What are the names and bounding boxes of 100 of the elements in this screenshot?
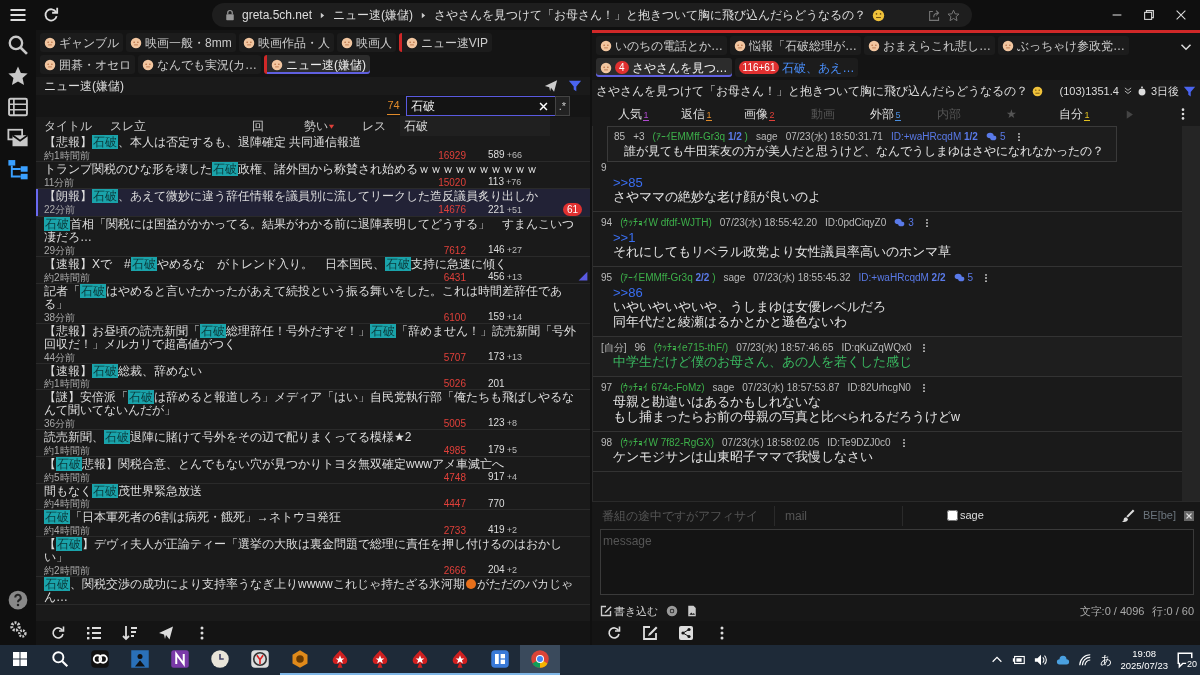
thread-title: 石破「日本軍死者の6割は病死・餓死」→ネトウヨ発狂 [44,511,342,524]
thread-row[interactable]: 【速報】石破総裁、辞めない 約1時間前 5026 201 [36,364,590,390]
reply-link[interactable]: 3 [894,215,914,230]
thread-row[interactable]: 間もなく 石破茂世界緊急放送 約4時間前 4447 770 [36,484,590,510]
page-title[interactable]: さやさんを見つけて「お母さん！」と抱きついて胸に飛び込んだらどうなるの？ [434,6,867,24]
column-header[interactable]: レス [362,117,392,135]
anchor-link[interactable]: >>86 [601,285,1174,300]
anchor-link[interactable]: >>85 [601,175,1174,190]
sage-checkbox[interactable] [947,510,958,521]
windows-logo-icon[interactable] [12,651,28,667]
thread-tab[interactable]: 悩報「石破総理が… [730,36,861,55]
filter-tab[interactable]: 外部 5 [854,105,917,123]
poster-id[interactable]: ID:+waHRcqdM 2/2 [858,270,946,285]
board-tab[interactable]: 映画作品・人 [238,33,334,52]
poster-id[interactable]: ID:Te9DZJ0c0 [827,435,891,450]
brush-icon[interactable] [1120,508,1135,523]
sort-icon[interactable] [122,625,138,641]
browser-icon[interactable] [666,604,678,617]
column-header[interactable]: 勢い [304,117,362,135]
star-icon[interactable] [947,8,960,22]
settings-icon[interactable] [8,619,28,639]
board-name[interactable]: ニュー速(嫌儲) [333,6,414,24]
edit-icon[interactable] [642,625,658,641]
thread-row[interactable]: 石破「日本軍死者の6割は病死・餓死」→ネトウヨ発狂 約4時間前 2733 419 +2 [36,510,590,537]
thread-speed: 4748 [442,471,466,483]
search-icon[interactable] [7,34,29,56]
help-icon[interactable] [8,590,28,610]
column-header[interactable]: スレ立 [110,117,252,135]
thread-tab[interactable]: ぶっちゃけ参政党… [998,36,1129,55]
star-icon[interactable] [7,65,29,87]
thread-row[interactable]: 【速報】Xで #石破やめるな がトレンド入り。 日本国民、石破支持に急速に傾く 約2時間前 6431 456 +13 [36,257,590,284]
board-tab[interactable]: ギャンブル [40,33,123,52]
speaker-icon[interactable] [1034,653,1049,667]
filter-tab[interactable]: 返信 1 [665,105,728,123]
thread-row[interactable]: 【石破悲報】関税合意、とんでもない穴が見つかりトヨタ無双確定wwwアメ車滅亡へ 約5時間前 4748 917 +4 [36,457,590,484]
share-icon[interactable] [678,625,694,641]
submit-button[interactable]: 書き込む [600,602,658,619]
filter-icon[interactable] [568,79,582,93]
board-tab[interactable]: 囲碁・オセロ [40,55,135,74]
thread-tab[interactable]: いのちの電話とか… [596,36,727,55]
filter-icon[interactable] [1183,84,1196,98]
thread-speed: 2666 [442,564,466,576]
board-tab[interactable]: なんでも実況(カ… [138,55,261,74]
thread-row[interactable]: 読売新聞、石破退陣に賭けて号外をその辺で配りまくってる模様★2 約1時間前 4985 179 +5 [36,430,590,457]
filter-tab[interactable]: 人気 1 [602,105,665,123]
thread-row[interactable]: 【悲報】石破、本人は否定するも、退陣確定 共同通信報道 約1時間前 16929 589 +66 [36,135,590,162]
cloud-icon[interactable] [1056,653,1071,667]
be-link[interactable]: BE[be] [1142,507,1176,524]
board-tab[interactable]: 映画人 [336,33,396,52]
message-field[interactable]: message [600,528,1194,595]
battery-icon[interactable] [1012,653,1027,667]
wifi-icon[interactable] [1078,653,1093,667]
column-header[interactable]: タイトル [44,117,110,135]
image-file-icon[interactable] [686,604,698,617]
clock[interactable]: 19:08 2025/07/23 [1120,648,1168,672]
anchor-link[interactable]: >>1 [601,230,1174,245]
poster-id[interactable]: ID:+waHRcqdM 1/2 [890,129,978,144]
close-icon[interactable] [1174,8,1188,22]
poster-id[interactable]: ID:qKuZqWQx0 [841,340,912,355]
thread-row[interactable]: 石破首相「関税には国益がかかってる。結果がわかる前に退陣表明してどうする」 すまんこいつ凄だろ… 29分前 7612 146 +27 [36,217,590,257]
table-icon[interactable] [7,96,29,118]
sage-label[interactable]: sage [960,507,984,524]
restore-icon[interactable] [1142,8,1156,22]
double-chevron-icon[interactable] [1122,86,1133,96]
reload-icon[interactable] [42,6,60,24]
reload-icon[interactable] [50,625,66,641]
board-tab[interactable]: ニュー速(嫌儲) [264,55,370,74]
reply-link[interactable]: 5 [953,270,974,285]
reload-icon[interactable] [606,625,622,641]
board-tab[interactable]: 映画一般・8mm [126,33,236,52]
thread-tab[interactable]: おまえらこれ悲し… [864,36,995,55]
send-icon[interactable] [158,625,174,641]
clear-icon[interactable] [537,100,549,112]
numbered-list-icon[interactable] [86,625,102,641]
thread-row[interactable]: 【悲報】お昼頃の読売新聞「石破総理辞任！号外だすぞ！」石破「辞めません！」読売新聞「号外回収だ！」メルカリで超高値がつく 44分前 5707 173 +13 [36,324,590,364]
thread-row[interactable]: 【謎】安倍派「石破は辞めると報道しろ」メディア「はい」自民党執行部「俺たちも飛ばしやるなんて聞いてないんだが」 36分前 5005 123 +8 [36,390,590,430]
mail-field[interactable]: mail [783,505,903,526]
thread-row[interactable]: 【朗報】石破、あえて微妙に違う辞任情報を議員別に流してリークした造反議員炙り出しか 22分前 14676 221 +51 61 [36,189,590,217]
address-bar[interactable]: greta.5ch.net ニュー速(嫌儲) さやさんを見つけて「お母さん！」と抱きついて胸に飛び込んだらどうなるの？ [212,3,972,27]
envelope-stack-icon[interactable] [7,127,29,149]
close-icon[interactable] [1184,510,1194,521]
reply-link[interactable]: 5 [985,129,1006,144]
new-count: +27 [506,245,522,255]
thread-tab[interactable]: 116+61 石破、あえ… [734,58,859,77]
poster-id[interactable]: ID:0pdCiqyZ0 [825,215,887,230]
thread-tab[interactable]: 4 さやさんを見つ… [596,58,732,77]
poster-id[interactable]: ID:82UrhcgN0 [847,380,911,395]
filter-tab[interactable]: 画像 2 [728,105,791,123]
search-field[interactable]: 石破 [405,96,556,116]
scrollbar[interactable] [1182,126,1200,501]
board-tab[interactable]: ニュー速VIP [398,33,492,52]
search-icon[interactable] [51,650,69,668]
search-suggestion[interactable]: 石破 [400,116,550,136]
thread-row[interactable]: 記者「石破はやめると言いたかったがあえて続投という振る舞いをした。これは時間差辞任である」 38分前 6100 159 +14 [36,284,590,324]
thread-row[interactable]: 【石破】デヴィ夫人が正論ティー「選挙の大敗は裏金問題で総理に責任を押し付けるのはおかしい」 約2時間前 2666 204 +2 [36,537,590,577]
column-header[interactable]: 回 [252,117,304,135]
ime-indicator[interactable]: あ [1100,651,1113,669]
filter-tab[interactable]: 自分 1 [1043,105,1106,123]
send-icon[interactable] [544,79,558,93]
tree-icon[interactable] [7,158,29,180]
